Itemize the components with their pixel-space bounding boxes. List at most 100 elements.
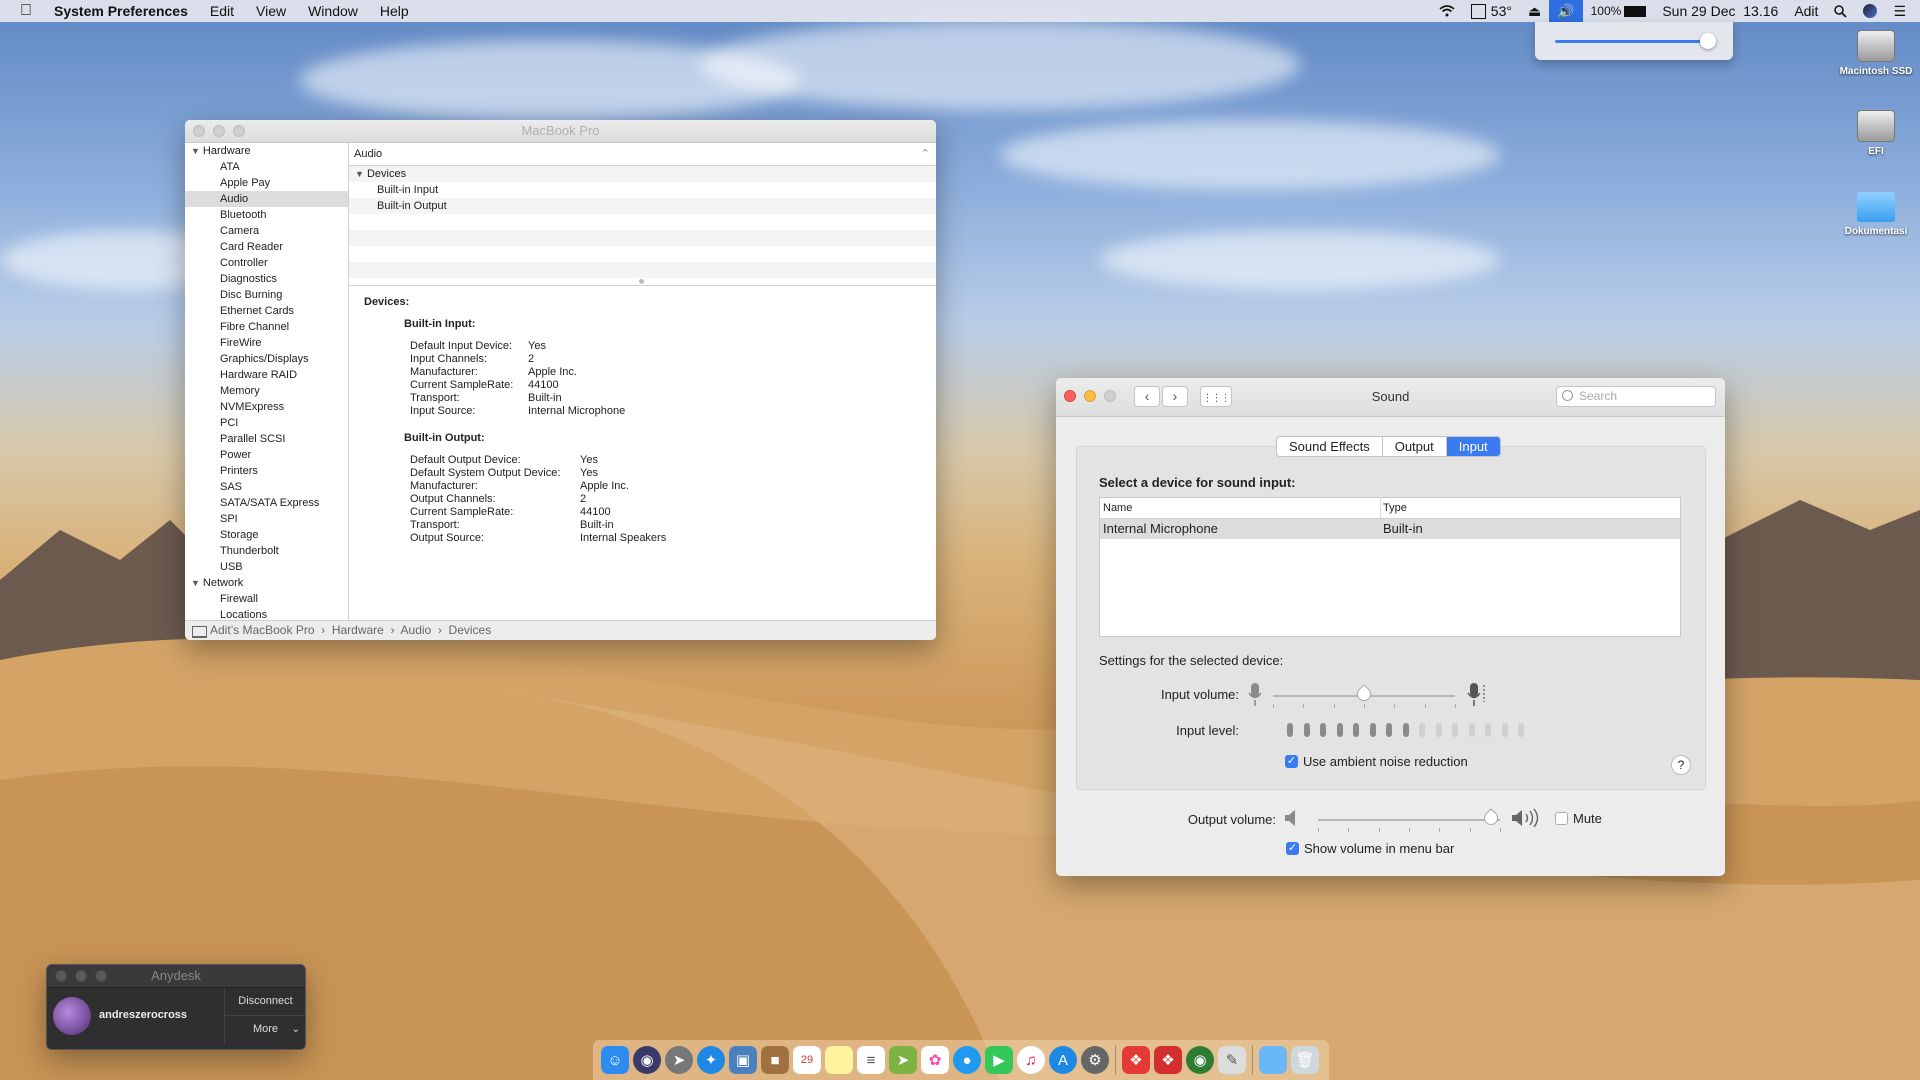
anydesk-dock-icon[interactable]: ❖	[1122, 1046, 1150, 1074]
sidebar-item-memory[interactable]: Memory	[185, 383, 348, 399]
wifi-icon[interactable]	[1431, 5, 1463, 17]
menu-edit[interactable]: Edit	[199, 3, 245, 19]
downloads-folder-icon[interactable]	[1259, 1046, 1287, 1074]
sidebar-item-diagnostics[interactable]: Diagnostics	[185, 271, 348, 287]
tab-sound-effects[interactable]: Sound Effects	[1277, 437, 1383, 456]
notification-center-icon[interactable]: ☰	[1885, 3, 1920, 20]
sidebar-item-firewire[interactable]: FireWire	[185, 335, 348, 351]
output-volume-slider[interactable]	[1318, 819, 1500, 821]
sidebar-item-thunderbolt[interactable]: Thunderbolt	[185, 543, 348, 559]
tab-input[interactable]: Input	[1446, 437, 1500, 456]
zoom-button[interactable]	[233, 125, 245, 137]
safari-icon[interactable]: ✦	[697, 1046, 725, 1074]
sidebar-category-network[interactable]: ▼ Network	[185, 575, 348, 591]
messages-icon[interactable]: ●	[953, 1046, 981, 1074]
menu-clock[interactable]: Sun 29 Dec 13.16	[1654, 3, 1786, 19]
globe-icon[interactable]: ◉	[1186, 1046, 1214, 1074]
siri-icon[interactable]	[1855, 4, 1885, 18]
facetime-icon[interactable]: ▶	[985, 1046, 1013, 1074]
eject-icon[interactable]: ⏏	[1520, 3, 1549, 20]
window-titlebar[interactable]: MacBook Pro	[185, 120, 936, 143]
column-type-header[interactable]: Type	[1383, 498, 1407, 518]
mute-checkbox[interactable]	[1555, 812, 1568, 825]
window-titlebar[interactable]: Anydesk	[47, 965, 305, 988]
sidebar-item-ata[interactable]: ATA	[185, 159, 348, 175]
sidebar-item-spi[interactable]: SPI	[185, 511, 348, 527]
split-handle[interactable]	[639, 279, 644, 284]
sidebar-item-sas[interactable]: SAS	[185, 479, 348, 495]
more-button[interactable]: More ⌄	[224, 1016, 305, 1043]
menu-volume-knob[interactable]	[1700, 33, 1716, 49]
list-column-header[interactable]: Audio ⌃	[349, 143, 936, 166]
sidebar-item-hardware-raid[interactable]: Hardware RAID	[185, 367, 348, 383]
disconnect-button[interactable]: Disconnect	[224, 988, 305, 1016]
tab-output[interactable]: Output	[1383, 437, 1447, 456]
input-volume-thumb[interactable]	[1354, 684, 1374, 704]
sidebar-item-bluetooth[interactable]: Bluetooth	[185, 207, 348, 223]
sidebar-item-locations[interactable]: Locations	[185, 607, 348, 620]
sidebar-item-printers[interactable]: Printers	[185, 463, 348, 479]
close-button[interactable]	[193, 125, 205, 137]
notes-icon[interactable]	[825, 1046, 853, 1074]
siri-icon[interactable]: ◉	[633, 1046, 661, 1074]
noise-reduction-checkbox[interactable]: ✓	[1285, 755, 1298, 768]
minimize-button[interactable]	[213, 125, 225, 137]
window-toolbar[interactable]: ‹ › ⋮⋮⋮ Sound Search	[1056, 378, 1725, 417]
desktop-icon-macintosh-ssd[interactable]: Macintosh SSD	[1836, 30, 1916, 77]
menu-window[interactable]: Window	[297, 3, 369, 19]
reminders-icon[interactable]: ≡	[857, 1046, 885, 1074]
sidebar-item-apple-pay[interactable]: Apple Pay	[185, 175, 348, 191]
trash-icon[interactable]: 🗑	[1291, 1046, 1319, 1074]
sidebar-item-usb[interactable]: USB	[185, 559, 348, 575]
close-button[interactable]	[55, 970, 67, 982]
menu-app-name[interactable]: System Preferences	[43, 3, 199, 19]
spotlight-search-icon[interactable]	[1826, 4, 1855, 18]
calendar-icon[interactable]: 29	[793, 1046, 821, 1074]
tree-group-devices[interactable]: ▼ Devices	[349, 166, 936, 182]
menu-volume-track[interactable]	[1555, 40, 1707, 43]
sidebar-item-disc-burning[interactable]: Disc Burning	[185, 287, 348, 303]
launchpad-icon[interactable]: ➤	[665, 1046, 693, 1074]
sidebar-item-power[interactable]: Power	[185, 447, 348, 463]
script-editor-icon[interactable]: ✎	[1218, 1046, 1246, 1074]
sidebar-item-card-reader[interactable]: Card Reader	[185, 239, 348, 255]
sidebar-item-sata-sata-express[interactable]: SATA/SATA Express	[185, 495, 348, 511]
sidebar-item-graphics-displays[interactable]: Graphics/Displays	[185, 351, 348, 367]
column-name-header[interactable]: Name	[1103, 498, 1132, 518]
minimize-button[interactable]	[75, 970, 87, 982]
system-preferences-icon[interactable]: ⚙	[1081, 1046, 1109, 1074]
menu-user[interactable]: Adit	[1786, 3, 1826, 19]
tree-item-built-in-input[interactable]: Built-in Input	[349, 182, 936, 198]
search-input[interactable]: Search	[1556, 386, 1716, 407]
preview-icon[interactable]: ▣	[729, 1046, 757, 1074]
weather-widget[interactable]: 53°	[1463, 3, 1520, 19]
maps-icon[interactable]: ➤	[889, 1046, 917, 1074]
battery-status[interactable]: 100%	[1583, 4, 1655, 18]
sidebar-item-pci[interactable]: PCI	[185, 415, 348, 431]
table-row[interactable]: Internal Microphone Built-in	[1100, 519, 1680, 539]
sidebar-item-firewall[interactable]: Firewall	[185, 591, 348, 607]
anydesk-alt-dock-icon[interactable]: ❖	[1154, 1046, 1182, 1074]
sidebar-item-controller[interactable]: Controller	[185, 255, 348, 271]
contacts-icon[interactable]: ■	[761, 1046, 789, 1074]
sidebar-category-hardware[interactable]: ▼ Hardware	[185, 143, 348, 159]
finder-icon[interactable]: ☺	[601, 1046, 629, 1074]
photos-icon[interactable]: ✿	[921, 1046, 949, 1074]
tree-item-built-in-output[interactable]: Built-in Output	[349, 198, 936, 214]
sidebar-item-camera[interactable]: Camera	[185, 223, 348, 239]
sidebar-item-parallel-scsi[interactable]: Parallel SCSI	[185, 431, 348, 447]
sidebar-item-ethernet-cards[interactable]: Ethernet Cards	[185, 303, 348, 319]
music-icon[interactable]: ♫	[1017, 1046, 1045, 1074]
volume-menu-icon[interactable]: 🔊	[1549, 0, 1583, 22]
app-store-icon[interactable]: A	[1049, 1046, 1077, 1074]
output-volume-thumb[interactable]	[1480, 808, 1501, 828]
show-volume-checkbox[interactable]: ✓	[1286, 842, 1299, 855]
help-button[interactable]: ?	[1671, 755, 1691, 775]
desktop-icon-dokumentasi[interactable]: Dokumentasi	[1836, 192, 1916, 237]
sidebar-item-audio[interactable]: Audio	[185, 191, 348, 207]
zoom-button[interactable]	[95, 970, 107, 982]
sidebar-item-storage[interactable]: Storage	[185, 527, 348, 543]
desktop-icon-efi[interactable]: EFI	[1836, 110, 1916, 157]
menu-help[interactable]: Help	[369, 3, 420, 19]
sidebar-item-nvmexpress[interactable]: NVMExpress	[185, 399, 348, 415]
